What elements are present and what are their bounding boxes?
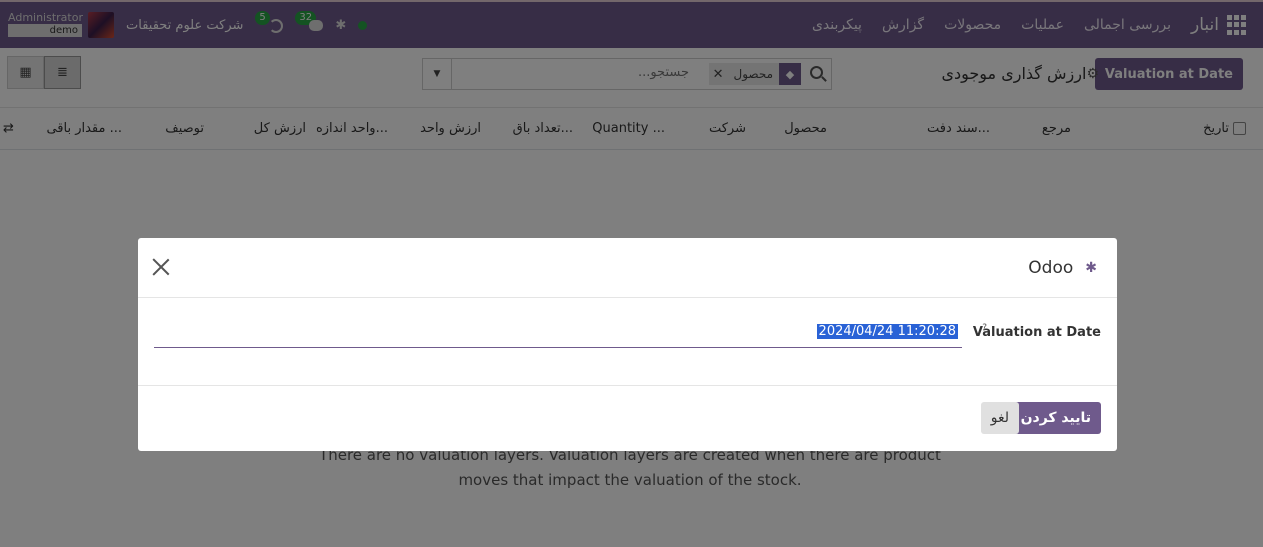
modal-title: ✱ Odoo	[1028, 258, 1097, 278]
help-tooltip-icon[interactable]: ?	[982, 323, 987, 333]
modal-header: ✱ Odoo	[138, 238, 1117, 298]
modal-footer: تایید کردن لغو	[138, 386, 1117, 451]
bug-icon: ✱	[1085, 260, 1097, 276]
modal-title-text: Odoo	[1028, 258, 1074, 278]
confirm-button[interactable]: تایید کردن	[1010, 402, 1101, 434]
modal-body: Valuation at Date ? 2024/04/24 11:20:28	[138, 298, 1117, 386]
valuation-dialog: ✱ Odoo Valuation at Date ? 2024/04/24 11…	[138, 238, 1117, 451]
valuation-date-label: Valuation at Date	[972, 325, 1101, 340]
valuation-date-value: 2024/04/24 11:20:28	[816, 324, 958, 339]
cancel-button[interactable]: لغو	[980, 402, 1019, 434]
valuation-date-field[interactable]: 2024/04/24 11:20:28	[154, 324, 962, 348]
close-icon[interactable]	[152, 258, 170, 276]
